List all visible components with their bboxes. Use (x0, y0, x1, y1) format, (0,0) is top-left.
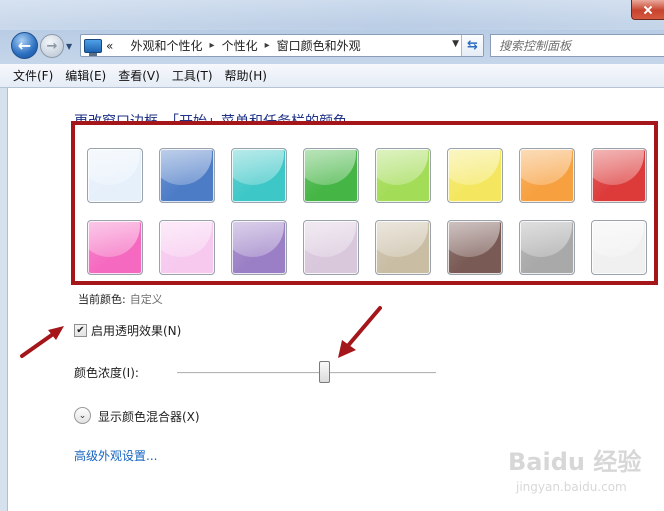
window-titlebar: ← → ▼ « 外观和个性化 ▸ 个性化 ▸ 窗口颜色和外观 ▼ ⇆ 搜索控制面… (0, 0, 664, 64)
color-swatch[interactable] (159, 148, 215, 203)
menu-tools[interactable]: 工具(T) (172, 67, 213, 84)
color-swatch[interactable] (447, 220, 503, 275)
current-color-label: 当前颜色: (78, 293, 126, 306)
breadcrumb-appearance[interactable]: 外观和个性化 (131, 37, 203, 54)
intensity-slider-track[interactable] (177, 372, 436, 374)
current-color-value: 自定义 (129, 293, 163, 306)
chevron-down-icon: ⌄ (78, 410, 87, 421)
menu-bar: 文件(F) 编辑(E) 查看(V) 工具(T) 帮助(H) (0, 64, 664, 88)
color-swatch[interactable] (303, 220, 359, 275)
swatch-gloss (592, 221, 644, 257)
window-left-border (0, 88, 8, 511)
advanced-appearance-link[interactable]: 高级外观设置... (74, 447, 157, 464)
color-swatch[interactable] (231, 220, 287, 275)
swatch-gloss (520, 149, 572, 185)
swatch-gloss (304, 221, 356, 257)
swatch-gloss (232, 149, 284, 185)
close-button[interactable] (631, 0, 664, 20)
annotation-arrow-icon (20, 326, 64, 358)
swatch-gloss (376, 221, 428, 257)
swatch-gloss (160, 221, 212, 257)
back-arrow-icon: ← (17, 36, 32, 55)
recent-pages-dropdown-icon[interactable]: ▼ (66, 42, 75, 51)
color-swatch[interactable] (87, 220, 143, 275)
color-swatch[interactable] (159, 220, 215, 275)
menu-file[interactable]: 文件(F) (13, 67, 53, 84)
color-swatch[interactable] (591, 148, 647, 203)
swatch-gloss (520, 221, 572, 257)
swatch-gloss (160, 149, 212, 185)
watermark-logo-text: Baidu 经验 (508, 448, 642, 476)
swatch-gloss (448, 221, 500, 257)
color-swatch-panel (71, 121, 658, 285)
address-dropdown-icon[interactable]: ▼ (452, 39, 459, 49)
swatch-gloss (448, 149, 500, 185)
swatch-gloss (304, 149, 356, 185)
intensity-slider-thumb[interactable] (319, 361, 331, 383)
color-swatch[interactable] (447, 148, 503, 203)
control-panel-icon (84, 38, 102, 56)
color-swatch[interactable] (375, 148, 431, 203)
search-placeholder: 搜索控制面板 (499, 39, 572, 53)
color-swatch[interactable] (231, 148, 287, 203)
back-button[interactable]: ← (11, 32, 38, 59)
breadcrumb-overflow[interactable]: « (106, 39, 113, 53)
baidu-watermark: Baidu 经验 jingyan.baidu.com (508, 440, 658, 505)
titlebar-sheen (0, 0, 664, 30)
swatch-gloss (592, 149, 644, 185)
swatch-gloss (88, 221, 140, 257)
breadcrumb-personalization[interactable]: 个性化 (222, 37, 258, 54)
address-bar[interactable]: « 外观和个性化 ▸ 个性化 ▸ 窗口颜色和外观 ▼ ⇆ (80, 34, 484, 57)
color-swatch[interactable] (87, 148, 143, 203)
show-mixer-label[interactable]: 显示颜色混合器(X) (98, 408, 200, 425)
color-swatch[interactable] (375, 220, 431, 275)
breadcrumb-separator-icon[interactable]: ▸ (210, 40, 215, 51)
watermark-url: jingyan.baidu.com (516, 480, 627, 494)
current-color-status: 当前颜色: 自定义 (78, 291, 163, 307)
swatch-gloss (88, 149, 140, 185)
swatch-gloss (232, 221, 284, 257)
color-swatch[interactable] (519, 220, 575, 275)
color-swatch[interactable] (591, 220, 647, 275)
breadcrumb-separator-icon[interactable] (120, 40, 123, 51)
menu-view[interactable]: 查看(V) (118, 67, 160, 84)
search-input[interactable]: 搜索控制面板 (490, 34, 664, 57)
menu-help[interactable]: 帮助(H) (225, 67, 267, 84)
color-swatch[interactable] (519, 148, 575, 203)
swatch-gloss (376, 149, 428, 185)
annotation-arrow-icon (338, 306, 382, 358)
refresh-icon: ⇆ (467, 38, 478, 53)
forward-button[interactable]: → (40, 34, 64, 58)
refresh-button[interactable]: ⇆ (461, 35, 483, 56)
transparency-checkbox[interactable]: ✔ (74, 324, 87, 337)
breadcrumb-separator-icon[interactable]: ▸ (265, 40, 270, 51)
breadcrumb-window-color[interactable]: 窗口颜色和外观 (277, 37, 361, 54)
forward-arrow-icon: → (46, 38, 58, 54)
intensity-label: 颜色浓度(I): (74, 366, 139, 380)
menu-edit[interactable]: 编辑(E) (65, 67, 106, 84)
color-swatch[interactable] (303, 148, 359, 203)
transparency-label[interactable]: 启用透明效果(N) (91, 322, 181, 339)
show-mixer-button[interactable]: ⌄ (74, 407, 91, 424)
